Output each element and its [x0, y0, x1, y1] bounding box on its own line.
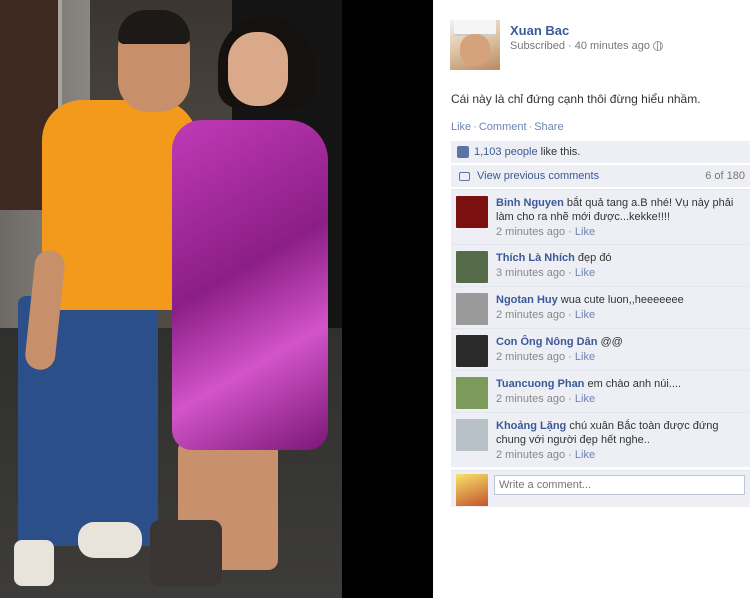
comment-text: đẹp đó: [577, 252, 612, 264]
meta-separator: ·: [568, 40, 572, 52]
comment-like-link[interactable]: Like: [575, 393, 595, 405]
comment-list: Binh Nguyen bắt quả tang a.B nhé! Vụ này…: [451, 189, 750, 467]
comment-meta: 2 minutes ago · Like: [496, 226, 596, 238]
photo-man-shoe: [14, 540, 54, 586]
commenter-name[interactable]: Thích Là Nhích: [496, 252, 575, 264]
previous-comments-bar: View previous comments 6 of 180: [451, 165, 750, 187]
comment-text: @@: [600, 336, 623, 348]
comment-item: Con Ông Nông Dân @@ 2 minutes ago · Like: [451, 328, 750, 370]
view-previous-comments-link[interactable]: View previous comments: [477, 170, 599, 182]
author-name[interactable]: Xuan Bac: [510, 23, 569, 38]
post-actions: Like · Comment · Share: [451, 121, 564, 133]
comment-text: wua cute luon,,heeeeeee: [560, 294, 684, 306]
likes-count[interactable]: 1,103 people: [474, 146, 538, 158]
photo-woman-dress: [172, 120, 328, 450]
commenter-avatar[interactable]: [456, 377, 488, 409]
photo-man-hair: [118, 10, 190, 44]
comment-item: Thích Là Nhích đẹp đó 3 minutes ago · Lik…: [451, 244, 750, 286]
comment-like-link[interactable]: Like: [575, 267, 595, 279]
commenter-avatar[interactable]: [456, 293, 488, 325]
comment-body: Thích Là Nhích đẹp đó: [496, 251, 744, 265]
viewer-avatar: [456, 474, 488, 506]
comment-time[interactable]: 2 minutes ago: [496, 393, 565, 405]
post-text: Cái này là chỉ đứng cạnh thôi đừng hiểu …: [451, 92, 701, 106]
commenter-name[interactable]: Ngotan Huy: [496, 294, 558, 306]
commenter-name[interactable]: Con Ông Nông Dân: [496, 336, 597, 348]
comment-time[interactable]: 2 minutes ago: [496, 226, 565, 238]
commenter-name[interactable]: Khoảng Lặng: [496, 420, 566, 432]
commenter-avatar[interactable]: [456, 419, 488, 451]
comment-bubble-icon: [459, 171, 470, 181]
comment-time[interactable]: 2 minutes ago: [496, 309, 565, 321]
comment-body: Khoảng Lặng chú xuân Bắc toàn được đứng …: [496, 419, 744, 447]
separator: ·: [528, 121, 533, 133]
comment-like-link[interactable]: Like: [575, 226, 595, 238]
write-comment-box: [451, 470, 750, 507]
comment-meta: 2 minutes ago · Like: [496, 309, 596, 321]
comment-meta: 2 minutes ago · Like: [496, 393, 596, 405]
likes-summary: 1,103 people like this.: [451, 141, 750, 163]
photo-woman-shoes: [150, 520, 222, 586]
comment-time[interactable]: 3 minutes ago: [496, 267, 565, 279]
comment-input[interactable]: [494, 475, 745, 495]
comment-item: Binh Nguyen bắt quả tang a.B nhé! Vụ này…: [451, 189, 750, 244]
author-avatar[interactable]: [450, 20, 500, 70]
comment-link[interactable]: Comment: [479, 121, 527, 133]
comment-like-link[interactable]: Like: [575, 309, 595, 321]
photo-man-shoe: [78, 522, 142, 558]
share-link[interactable]: Share: [534, 121, 563, 133]
thumbs-up-icon: [457, 146, 469, 158]
commenter-avatar[interactable]: [456, 196, 488, 228]
comment-item: Ngotan Huy wua cute luon,,heeeeeee 2 minu…: [451, 286, 750, 328]
comment-item: Tuancuong Phan em chào anh núi.... 2 minu…: [451, 370, 750, 412]
commenter-avatar[interactable]: [456, 251, 488, 283]
comment-time[interactable]: 2 minutes ago: [496, 351, 565, 363]
comment-meta: 2 minutes ago · Like: [496, 449, 596, 461]
comment-meta: 2 minutes ago · Like: [496, 351, 596, 363]
comment-like-link[interactable]: Like: [575, 351, 595, 363]
comment-body: Binh Nguyen bắt quả tang a.B nhé! Vụ này…: [496, 196, 744, 224]
comment-body: Tuancuong Phan em chào anh núi....: [496, 377, 744, 391]
comment-item: Khoảng Lặng chú xuân Bắc toàn được đứng …: [451, 412, 750, 467]
subscribed-label[interactable]: Subscribed: [510, 40, 565, 52]
post-photo[interactable]: [0, 0, 342, 598]
commenter-avatar[interactable]: [456, 335, 488, 367]
likes-text: like this.: [540, 146, 581, 158]
avatar-face: [460, 34, 490, 66]
globe-icon[interactable]: [652, 41, 663, 51]
post-meta: Subscribed · 40 minutes ago: [510, 40, 663, 52]
commenter-name[interactable]: Binh Nguyen: [496, 197, 564, 209]
comment-body: Con Ông Nông Dân @@: [496, 335, 744, 349]
comment-pager: 6 of 180: [705, 170, 745, 182]
comment-text: em chào anh núi....: [587, 378, 682, 390]
separator: ·: [473, 121, 477, 133]
post-time[interactable]: 40 minutes ago: [575, 40, 650, 52]
comment-meta: 3 minutes ago · Like: [496, 267, 596, 279]
like-link[interactable]: Like: [451, 121, 471, 133]
comment-like-link[interactable]: Like: [575, 449, 595, 461]
post-header: Xuan Bac Subscribed · 40 minutes ago: [450, 20, 740, 72]
photo-woman-face: [228, 32, 288, 106]
comment-body: Ngotan Huy wua cute luon,,heeeeeee: [496, 293, 744, 307]
photo-viewer: [0, 0, 433, 598]
comment-time[interactable]: 2 minutes ago: [496, 449, 565, 461]
commenter-name[interactable]: Tuancuong Phan: [496, 378, 584, 390]
